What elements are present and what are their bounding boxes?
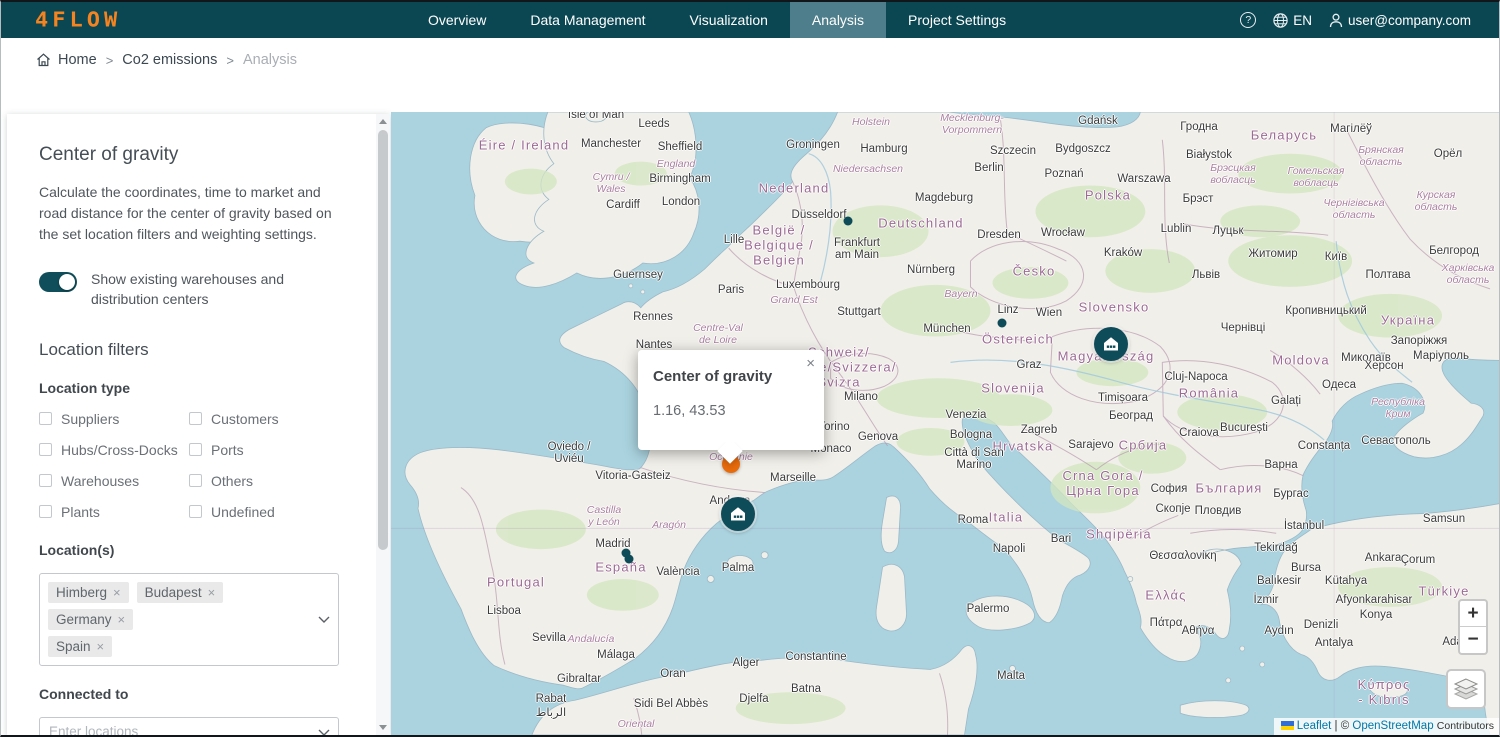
checkbox-box xyxy=(39,412,52,425)
map[interactable]: Isle of ManLeedsManchesterSheffieldÉire … xyxy=(391,112,1500,735)
location-type-checkbox-grid: Suppliers Customers Hubs/Cross-Docks Por… xyxy=(39,411,350,520)
nav-overview[interactable]: Overview xyxy=(406,2,508,38)
user-menu[interactable]: user@company.com xyxy=(1329,13,1471,28)
breadcrumb-project[interactable]: Co2 emissions xyxy=(122,52,217,68)
checkbox-ports[interactable]: Ports xyxy=(189,442,350,458)
scroll-up-icon[interactable] xyxy=(379,119,387,124)
panel-description: Calculate the coordinates, time to marke… xyxy=(39,182,345,245)
checkbox-others[interactable]: Others xyxy=(189,473,350,489)
layers-icon xyxy=(1453,677,1479,701)
user-email: user@company.com xyxy=(1348,13,1471,28)
map-zoom-control: + − xyxy=(1458,599,1488,655)
checkbox-box xyxy=(189,474,202,487)
panel-title: Center of gravity xyxy=(39,144,350,166)
app-window: 4FLOW Overview Data Management Visualiza… xyxy=(0,0,1500,737)
show-warehouses-toggle[interactable] xyxy=(39,272,77,292)
nav-project-settings[interactable]: Project Settings xyxy=(886,2,1028,38)
breadcrumb-home[interactable]: Home xyxy=(36,52,97,68)
map-attribution: Leaflet | © OpenStreetMap Contributors xyxy=(1274,718,1500,735)
checkbox-plants[interactable]: Plants xyxy=(39,504,189,520)
location-tag-spain: Spain× xyxy=(48,636,112,657)
location-tag-germany: Germany× xyxy=(48,609,133,630)
location-tag-himberg: Himberg× xyxy=(48,582,129,603)
warehouse-marker[interactable] xyxy=(721,497,755,531)
checkbox-box xyxy=(39,443,52,456)
location-dot-marker[interactable] xyxy=(844,217,853,226)
chevron-down-icon xyxy=(318,610,330,628)
sidebar-scrollbar[interactable] xyxy=(376,114,390,735)
popup-close-icon[interactable]: × xyxy=(806,356,815,371)
zoom-in-button[interactable]: + xyxy=(1460,601,1486,627)
scroll-down-icon[interactable] xyxy=(379,725,387,730)
zoom-out-button[interactable]: − xyxy=(1460,627,1486,653)
connected-to-input[interactable] xyxy=(40,718,338,735)
location-type-label: Location type xyxy=(39,380,350,396)
checkbox-box xyxy=(39,474,52,487)
language-label: EN xyxy=(1293,13,1312,28)
help-button[interactable]: ? xyxy=(1240,12,1256,28)
ukraine-flag-icon xyxy=(1281,721,1294,730)
nav-analysis[interactable]: Analysis xyxy=(790,2,886,38)
location-tag-budapest: Budapest× xyxy=(137,582,224,603)
globe-icon xyxy=(1273,13,1288,28)
user-icon xyxy=(1329,13,1343,28)
breadcrumb: Home > Co2 emissions > Analysis xyxy=(1,40,1499,80)
toggle-label: Show existing warehouses and distributio… xyxy=(91,269,323,310)
popup-coordinates: 1.16, 43.53 xyxy=(653,403,726,419)
locations-label: Location(s) xyxy=(39,542,350,558)
remove-tag-icon[interactable]: × xyxy=(97,639,105,654)
remove-tag-icon[interactable]: × xyxy=(113,585,121,600)
checkbox-box xyxy=(189,412,202,425)
nav-data-management[interactable]: Data Management xyxy=(508,2,667,38)
language-selector[interactable]: EN xyxy=(1273,13,1312,28)
leaflet-link[interactable]: Leaflet xyxy=(1297,720,1332,732)
breadcrumb-separator: > xyxy=(106,53,114,68)
contributors-label: Contributors xyxy=(1437,720,1494,732)
remove-tag-icon[interactable]: × xyxy=(118,612,126,627)
main-nav: Overview Data Management Visualization A… xyxy=(406,2,1028,38)
checkbox-suppliers[interactable]: Suppliers xyxy=(39,411,189,427)
locations-multiselect[interactable]: Himberg× Budapest×Germany× Spain× xyxy=(39,573,339,666)
breadcrumb-current: Analysis xyxy=(243,52,297,68)
center-of-gravity-popup: Center of gravity 1.16, 43.53 × xyxy=(638,350,824,450)
remove-tag-icon[interactable]: × xyxy=(208,585,216,600)
checkbox-box xyxy=(189,443,202,456)
nav-visualization[interactable]: Visualization xyxy=(668,2,790,38)
location-dot-marker[interactable] xyxy=(998,319,1007,328)
analysis-sidebar: Center of gravity Calculate the coordina… xyxy=(7,114,390,735)
header-right-cluster: ? EN user@company.com xyxy=(1240,2,1471,38)
top-nav-bar: 4FLOW Overview Data Management Visualiza… xyxy=(1,2,1499,38)
home-icon xyxy=(36,53,51,67)
help-icon: ? xyxy=(1240,12,1256,28)
connected-to-select xyxy=(39,717,339,735)
warehouse-marker[interactable] xyxy=(1094,327,1128,361)
osm-link[interactable]: OpenStreetMap xyxy=(1352,720,1433,732)
checkbox-customers[interactable]: Customers xyxy=(189,411,350,427)
checkbox-hubs-cross-docks[interactable]: Hubs/Cross-Docks xyxy=(39,442,189,458)
location-dot-marker[interactable] xyxy=(625,555,634,564)
popup-title: Center of gravity xyxy=(653,368,772,385)
chevron-down-icon xyxy=(318,723,330,735)
connected-to-label: Connected to xyxy=(39,686,350,702)
4flow-logo[interactable]: 4FLOW xyxy=(35,3,121,36)
checkbox-box xyxy=(39,505,52,518)
location-filters-title: Location filters xyxy=(39,340,350,360)
checkbox-undefined[interactable]: Undefined xyxy=(189,504,350,520)
map-layers-control[interactable] xyxy=(1446,669,1486,709)
checkbox-box xyxy=(189,505,202,518)
scrollbar-thumb[interactable] xyxy=(378,130,388,550)
breadcrumb-separator: > xyxy=(226,53,234,68)
toggle-knob xyxy=(59,274,75,290)
checkbox-warehouses[interactable]: Warehouses xyxy=(39,473,189,489)
map-markers xyxy=(391,112,1500,735)
